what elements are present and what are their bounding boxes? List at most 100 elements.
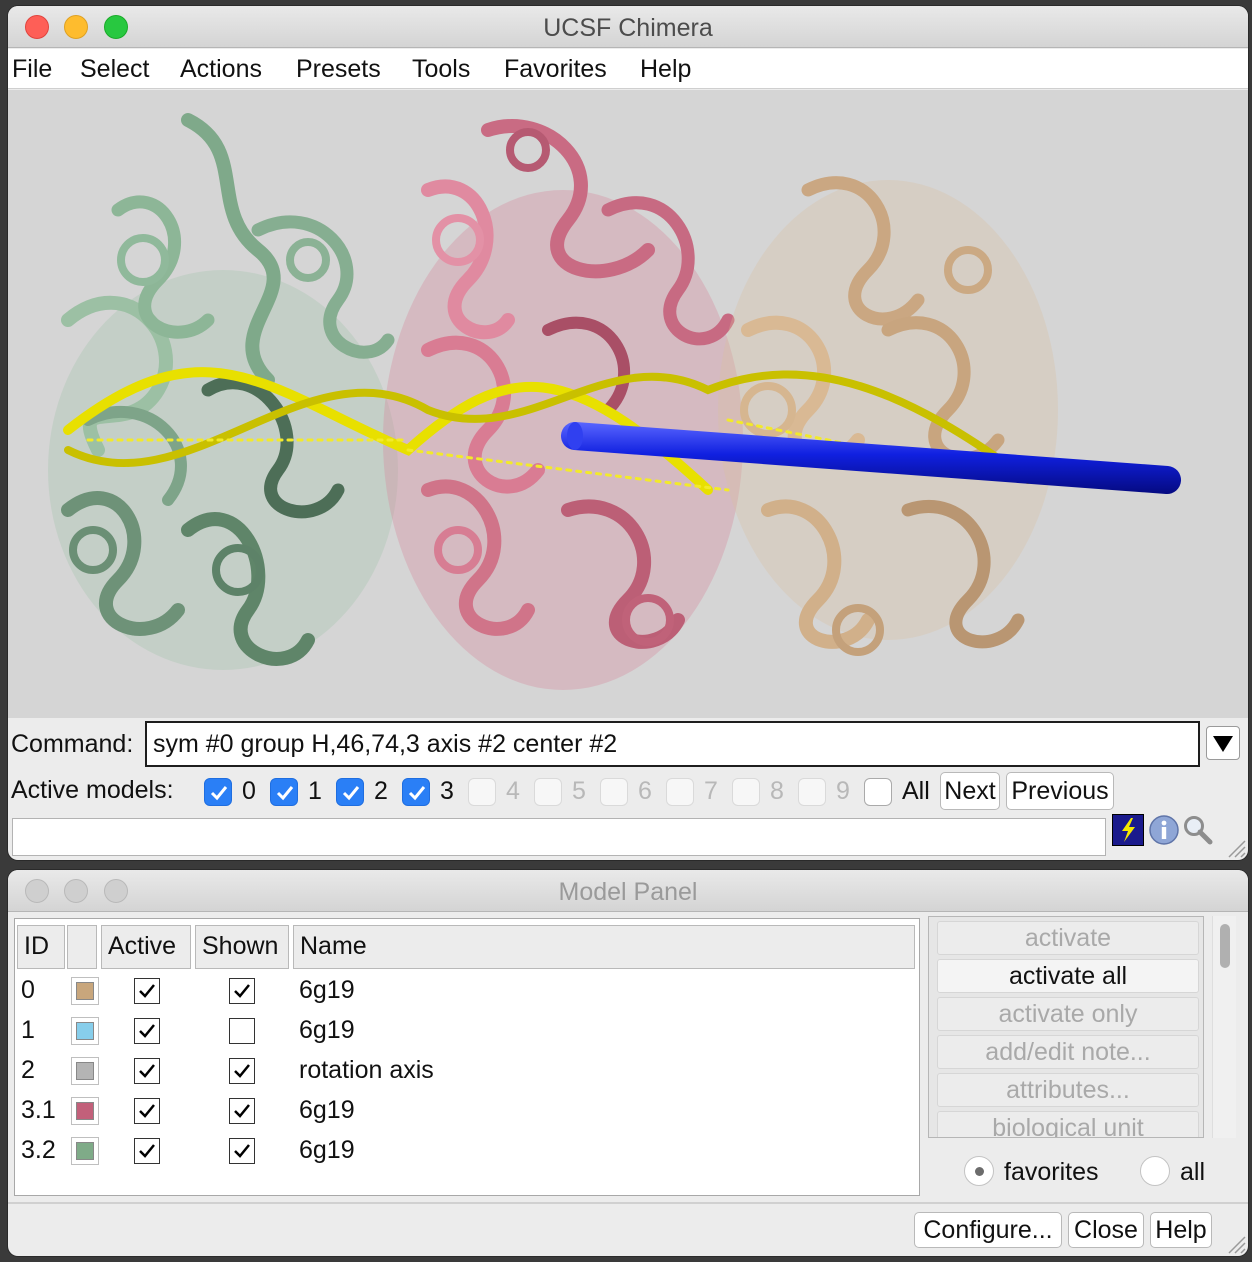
commands-scrollbar[interactable] [1212, 916, 1236, 1138]
active-model-label-9: 9 [836, 777, 850, 805]
color-chip [76, 1142, 94, 1160]
checkmark-icon [408, 786, 426, 801]
color-chip [76, 982, 94, 1000]
magnifier-glyph [1184, 816, 1213, 845]
table-row-name[interactable]: 6g19 [299, 1096, 355, 1125]
column-header-active[interactable]: Active [101, 925, 191, 969]
model-color-swatch[interactable] [71, 1057, 99, 1085]
column-header-shown[interactable]: Shown [195, 925, 289, 969]
table-row-name[interactable]: 6g19 [299, 1136, 355, 1165]
menu-tools[interactable]: Tools [412, 55, 470, 84]
checkmark-icon [276, 786, 294, 801]
table-row-name[interactable]: 6g19 [299, 976, 355, 1005]
row-shown-checkbox[interactable] [229, 1058, 255, 1084]
model-commands-list: activate activate all activate only add/… [928, 916, 1204, 1138]
row-shown-checkbox[interactable] [229, 1098, 255, 1124]
molecular-graphics-viewport[interactable] [8, 90, 1248, 718]
model-table: ID Active Shown Name 0 6g19 1 6g19 2 rot… [14, 918, 920, 1196]
active-model-checkbox-0[interactable] [204, 778, 232, 806]
checkmark-icon [234, 984, 250, 998]
main-titlebar[interactable]: UCSF Chimera [8, 6, 1248, 48]
radio-selected-dot [975, 1167, 984, 1176]
checkmark-icon [210, 786, 228, 801]
radio-all[interactable] [1140, 1156, 1170, 1186]
menu-file[interactable]: File [12, 55, 52, 84]
magnifier-icon[interactable] [1182, 814, 1214, 846]
triangle-down-icon [1213, 736, 1233, 752]
resize-grip-icon[interactable] [1224, 836, 1246, 858]
active-model-checkbox-3[interactable] [402, 778, 430, 806]
row-active-checkbox[interactable] [134, 1058, 160, 1084]
row-active-checkbox[interactable] [134, 1138, 160, 1164]
active-model-checkbox-all[interactable] [864, 778, 892, 806]
model-color-swatch[interactable] [71, 977, 99, 1005]
row-shown-checkbox[interactable] [229, 1138, 255, 1164]
info-glyph [1149, 815, 1179, 845]
model-panel-titlebar[interactable]: Model Panel [8, 870, 1248, 912]
active-model-label-8: 8 [770, 777, 784, 805]
table-row-id[interactable]: 3.1 [21, 1096, 56, 1125]
previous-button[interactable]: Previous [1006, 772, 1114, 810]
color-chip [76, 1062, 94, 1080]
row-shown-checkbox[interactable] [229, 1018, 255, 1044]
active-model-label-0: 0 [242, 777, 256, 805]
command-history-dropdown[interactable] [1206, 726, 1240, 760]
row-active-checkbox[interactable] [134, 1098, 160, 1124]
table-row-id[interactable]: 2 [21, 1056, 35, 1085]
status-line [12, 818, 1106, 856]
menu-actions[interactable]: Actions [180, 55, 262, 84]
row-shown-checkbox[interactable] [229, 978, 255, 1004]
model-color-swatch[interactable] [71, 1097, 99, 1125]
resize-grip-icon[interactable] [1224, 1232, 1246, 1254]
active-model-label-4: 4 [506, 777, 520, 805]
command-add-edit-note[interactable]: add/edit note... [937, 1035, 1199, 1069]
menu-favorites[interactable]: Favorites [504, 55, 607, 84]
row-active-checkbox[interactable] [134, 1018, 160, 1044]
checkmark-icon [139, 1144, 155, 1158]
help-button[interactable]: Help [1150, 1212, 1212, 1248]
next-button[interactable]: Next [940, 772, 1000, 810]
info-icon[interactable] [1148, 814, 1180, 846]
command-activate-all[interactable]: activate all [937, 959, 1199, 993]
close-button[interactable]: Close [1068, 1212, 1144, 1248]
active-model-checkbox-2[interactable] [336, 778, 364, 806]
active-model-checkbox-5 [534, 778, 562, 806]
active-model-checkbox-9 [798, 778, 826, 806]
command-label: Command: [11, 730, 134, 758]
table-row-id[interactable]: 0 [21, 976, 35, 1005]
checkmark-icon [234, 1064, 250, 1078]
column-header-name[interactable]: Name [293, 925, 915, 969]
menu-presets[interactable]: Presets [296, 55, 381, 84]
table-row-id[interactable]: 1 [21, 1016, 35, 1045]
active-model-label-3: 3 [440, 777, 454, 805]
command-attributes[interactable]: attributes... [937, 1073, 1199, 1107]
column-header-color[interactable] [67, 925, 97, 969]
active-model-checkbox-4 [468, 778, 496, 806]
model-panel-window: Model Panel ID Active Shown Name 0 6g19 … [8, 870, 1248, 1256]
active-model-label-all: All [902, 777, 930, 805]
scrollbar-thumb[interactable] [1220, 924, 1230, 968]
footer-divider [8, 1202, 1248, 1204]
command-activate[interactable]: activate [937, 921, 1199, 955]
configure-button[interactable]: Configure... [914, 1212, 1062, 1248]
radio-favorites[interactable] [964, 1156, 994, 1186]
table-row-id[interactable]: 3.2 [21, 1136, 56, 1165]
command-input[interactable] [145, 721, 1200, 767]
row-active-checkbox[interactable] [134, 978, 160, 1004]
molecule-tan-chain [718, 176, 1058, 656]
lightning-icon[interactable] [1112, 814, 1144, 846]
table-row-name[interactable]: 6g19 [299, 1016, 355, 1045]
menu-help[interactable]: Help [640, 55, 691, 84]
active-model-checkbox-1[interactable] [270, 778, 298, 806]
menu-select[interactable]: Select [80, 55, 149, 84]
color-chip [76, 1102, 94, 1120]
command-biological-unit[interactable]: biological unit [937, 1111, 1199, 1137]
checkmark-icon [342, 786, 360, 801]
model-color-swatch[interactable] [71, 1017, 99, 1045]
molecule-pink-chain [383, 119, 743, 690]
command-activate-only[interactable]: activate only [937, 997, 1199, 1031]
model-color-swatch[interactable] [71, 1137, 99, 1165]
menu-bar: File Select Actions Presets Tools Favori… [8, 49, 1248, 89]
column-header-id[interactable]: ID [17, 925, 65, 969]
table-row-name[interactable]: rotation axis [299, 1056, 434, 1085]
